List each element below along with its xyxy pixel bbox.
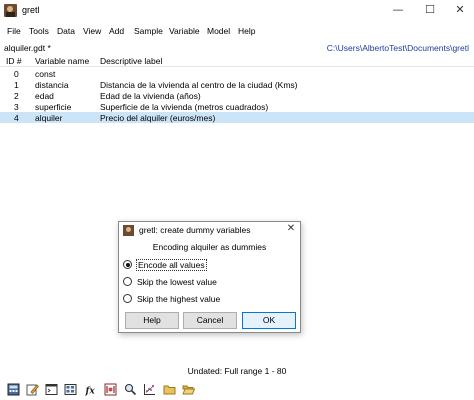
svg-text:fx: fx	[85, 387, 95, 397]
cancel-button[interactable]: Cancel	[183, 312, 237, 329]
column-header-id[interactable]: ID #	[6, 56, 22, 66]
menu-model[interactable]: Model	[207, 26, 230, 36]
open-folder-icon[interactable]	[182, 383, 195, 396]
variable-list-header: ID # Variable name Descriptive label	[0, 54, 474, 67]
search-icon[interactable]	[124, 383, 137, 396]
dialog-title: gretl: create dummy variables	[139, 225, 251, 235]
dialog-message: Encoding alquiler as dummies	[152, 242, 267, 252]
menu-data[interactable]: Data	[57, 26, 75, 36]
variable-row[interactable]: 2 edad Edad de la vivienda (años)	[0, 90, 474, 101]
create-dummy-variables-dialog: gretl: create dummy variables ✕ Encoding…	[118, 221, 301, 333]
status-bar: Undated: Full range 1 - 80	[187, 366, 287, 376]
working-directory-path: C:\Users\AlbertoTest\Documents\gretl	[326, 43, 469, 53]
menu-file[interactable]: File	[7, 26, 21, 36]
variable-row[interactable]: 1 distancia Distancia de la vivienda al …	[0, 79, 474, 90]
dataset-info-bar: alquiler.gdt * C:\Users\AlbertoTest\Docu…	[0, 40, 474, 54]
terminal-icon[interactable]	[45, 383, 58, 396]
dataset-file-name: alquiler.gdt *	[4, 43, 51, 53]
help-button[interactable]: Help	[125, 312, 179, 329]
variable-row-selected[interactable]: 4 alquiler Precio del alquiler (euros/me…	[0, 112, 474, 123]
variable-label: Distancia de la vivienda al centro de la…	[100, 80, 298, 90]
menu-bar: File Tools Data View Add Sample Variable…	[0, 22, 474, 40]
variable-label: Superficie de la vivienda (metros cuadra…	[100, 102, 269, 112]
column-header-variable-name[interactable]: Variable name	[35, 56, 89, 66]
menu-sample[interactable]: Sample	[134, 26, 163, 36]
session-icon[interactable]	[64, 383, 77, 396]
variable-name: edad	[35, 91, 54, 101]
variable-name: superficie	[35, 102, 72, 112]
bottom-toolbar: fx	[0, 380, 474, 400]
variable-row[interactable]: 3 superficie Superficie de la vivienda (…	[0, 101, 474, 112]
variable-id: 3	[14, 102, 19, 112]
radio-label[interactable]: Encode all values	[136, 259, 207, 271]
close-button[interactable]: ✕	[446, 0, 474, 22]
ok-button[interactable]: OK	[242, 312, 296, 329]
matrix-icon[interactable]	[104, 383, 117, 396]
menu-tools[interactable]: Tools	[29, 26, 49, 36]
variable-id: 0	[14, 69, 19, 79]
variable-name: const	[35, 69, 56, 79]
minimize-button[interactable]: —	[382, 0, 414, 22]
menu-view[interactable]: View	[83, 26, 101, 36]
scatter-plot-icon[interactable]	[143, 383, 156, 396]
radio-label[interactable]: Skip the lowest value	[137, 277, 217, 287]
dialog-close-button[interactable]: ✕	[284, 223, 298, 235]
variable-name: alquiler	[35, 113, 63, 123]
edit-icon[interactable]	[26, 383, 39, 396]
radio-button[interactable]	[123, 277, 132, 286]
menu-variable[interactable]: Variable	[169, 26, 200, 36]
radio-button-checked[interactable]	[123, 260, 132, 269]
title-bar: gretl — ☐ ✕	[0, 0, 474, 22]
menu-add[interactable]: Add	[109, 26, 124, 36]
function-icon[interactable]: fx	[85, 383, 98, 397]
column-header-descriptive-label[interactable]: Descriptive label	[100, 56, 162, 66]
variable-name: distancia	[35, 80, 69, 90]
window-title: gretl	[22, 5, 40, 15]
variable-id: 4	[14, 113, 19, 123]
variable-row[interactable]: 0 const	[0, 68, 474, 79]
variable-id: 2	[14, 91, 19, 101]
gretl-dialog-icon	[123, 225, 134, 236]
radio-label[interactable]: Skip the highest value	[137, 294, 220, 304]
radio-button[interactable]	[123, 294, 132, 303]
folder-icon[interactable]	[163, 383, 176, 396]
variable-label: Edad de la vivienda (años)	[100, 91, 201, 101]
maximize-button[interactable]: ☐	[414, 0, 446, 22]
gretl-app-icon	[4, 4, 17, 17]
menu-help[interactable]: Help	[238, 26, 255, 36]
variable-label: Precio del alquiler (euros/mes)	[100, 113, 216, 123]
variable-id: 1	[14, 80, 19, 90]
calculator-icon[interactable]	[7, 383, 20, 396]
